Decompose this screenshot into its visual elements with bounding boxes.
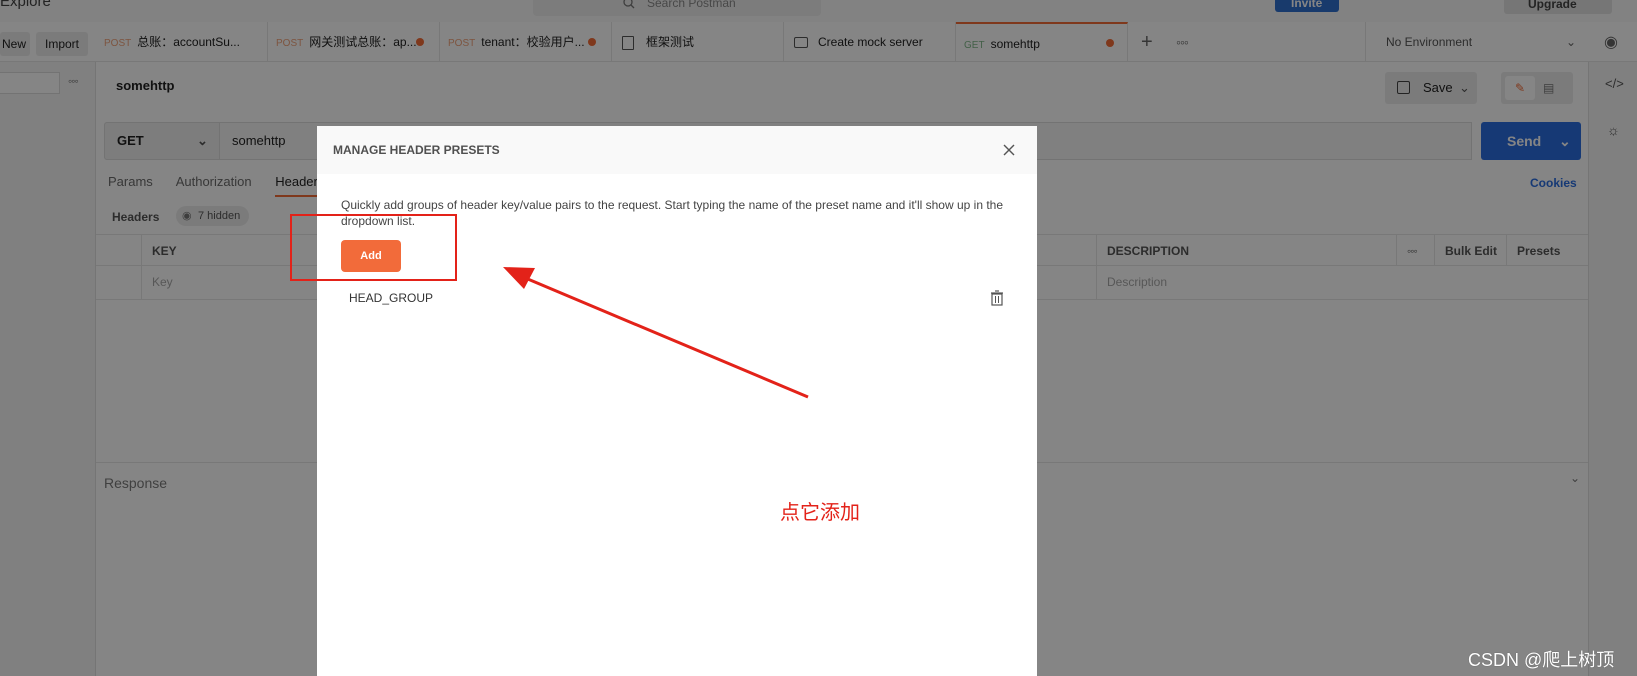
annotation-arrow xyxy=(503,267,809,399)
watermark: CSDN @爬上树顶 xyxy=(1468,650,1615,670)
annotation-text: 点它添加 xyxy=(780,502,860,524)
